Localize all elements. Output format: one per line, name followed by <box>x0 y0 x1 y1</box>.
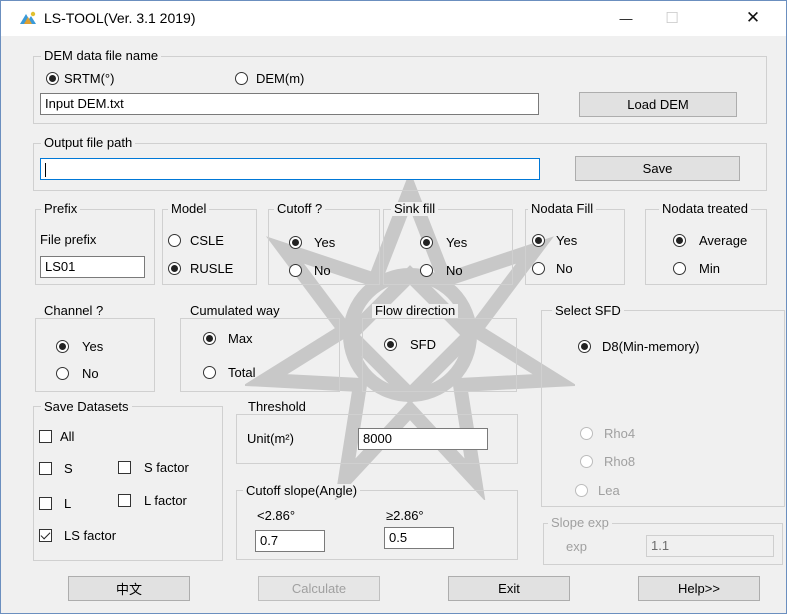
sfd-d8-label: D8(Min-memory) <box>602 339 700 354</box>
nodata-fill-group-label: Nodata Fill <box>528 202 597 216</box>
maximize-icon: ☐ <box>665 10 679 27</box>
sfd-lea-label: Lea <box>598 483 620 498</box>
save-s-factor-checkbox[interactable] <box>118 461 131 474</box>
sfd-d8-radio[interactable] <box>578 340 591 353</box>
sfd-lea-radio[interactable] <box>575 484 588 497</box>
cumulated-max-radio[interactable] <box>203 332 216 345</box>
save-ls-factor-label: LS factor <box>64 528 117 543</box>
cutoff-group-label: Cutoff ? <box>274 202 326 216</box>
sink-fill-no-radio[interactable] <box>420 264 433 277</box>
threshold-input[interactable]: 8000 <box>358 428 488 450</box>
model-csle-radio[interactable] <box>168 234 181 247</box>
model-group-label: Model <box>168 202 210 216</box>
app-icon <box>19 10 37 26</box>
cutoff-no-label: No <box>314 263 331 278</box>
nodata-min-radio[interactable] <box>673 262 686 275</box>
save-datasets-group-label: Save Datasets <box>41 400 132 414</box>
help-button[interactable]: Help>> <box>638 576 760 601</box>
nodata-fill-no-radio[interactable] <box>532 262 545 275</box>
dem-radio[interactable] <box>235 72 248 85</box>
cutoff-slope-group-label: Cutoff slope(Angle) <box>243 484 361 498</box>
slope-exp-label: exp <box>566 539 587 554</box>
exit-button[interactable]: Exit <box>448 576 570 601</box>
text-caret <box>45 162 46 177</box>
threshold-group-label: Threshold <box>245 400 309 414</box>
cutoff-yes-radio[interactable] <box>289 236 302 249</box>
nodata-fill-no-label: No <box>556 261 573 276</box>
save-button[interactable]: Save <box>575 156 740 181</box>
srtm-label: SRTM(°) <box>64 71 115 86</box>
cumulated-total-label: Total <box>228 365 256 380</box>
model-csle-label: CSLE <box>190 233 224 248</box>
close-icon: ✕ <box>745 8 761 27</box>
sfd-rho8-radio[interactable] <box>580 455 593 468</box>
threshold-unit-label: Unit(m²) <box>247 431 294 446</box>
calculate-button[interactable]: Calculate <box>258 576 380 601</box>
nodata-fill-yes-radio[interactable] <box>532 234 545 247</box>
save-l-checkbox[interactable] <box>39 497 52 510</box>
flow-sfd-label: SFD <box>410 337 436 352</box>
slope-exp-group-label: Slope exp <box>548 516 612 530</box>
save-l-label: L <box>64 496 72 511</box>
select-sfd-group-label: Select SFD <box>552 304 624 318</box>
sink-fill-yes-radio[interactable] <box>420 236 433 249</box>
sfd-rho8-label: Rho8 <box>604 454 636 469</box>
chinese-language-button[interactable]: 中文 <box>68 576 190 601</box>
sink-fill-no-label: No <box>446 263 463 278</box>
sfd-rho4-radio[interactable] <box>580 427 593 440</box>
save-ls-factor-checkbox[interactable] <box>39 529 52 542</box>
prefix-group-label: Prefix <box>41 202 81 216</box>
save-l-factor-label: L factor <box>144 493 187 508</box>
minimize-icon: — <box>619 10 633 26</box>
cutoff-yes-label: Yes <box>314 235 336 250</box>
sink-fill-yes-label: Yes <box>446 235 468 250</box>
cutoff-slope-lt-label: <2.86° <box>257 508 296 523</box>
channel-no-radio[interactable] <box>56 367 69 380</box>
model-rusle-label: RUSLE <box>190 261 234 276</box>
cumulated-max-label: Max <box>228 331 253 346</box>
nodata-fill-yes-label: Yes <box>556 233 578 248</box>
cumulated-group-label: Cumulated way <box>187 304 283 318</box>
cutoff-slope-ge-label: ≥2.86° <box>386 508 424 523</box>
save-s-checkbox[interactable] <box>39 462 52 475</box>
minimize-button[interactable]: — <box>603 0 649 36</box>
cutoff-slope-lt-input[interactable]: 0.7 <box>255 530 325 552</box>
flow-direction-group-label: Flow direction <box>372 304 459 318</box>
flow-sfd-radio[interactable] <box>384 338 397 351</box>
maximize-button[interactable]: ☐ <box>649 0 695 36</box>
cutoff-slope-ge-input[interactable]: 0.5 <box>384 527 454 549</box>
load-dem-button[interactable]: Load DEM <box>579 92 737 117</box>
cumulated-total-radio[interactable] <box>203 366 216 379</box>
save-s-label: S <box>64 461 73 476</box>
close-button[interactable]: ✕ <box>730 0 776 36</box>
dem-group-label: DEM data file name <box>41 49 162 63</box>
dem-file-input[interactable]: Input DEM.txt <box>40 93 539 115</box>
channel-yes-label: Yes <box>82 339 104 354</box>
save-s-factor-label: S factor <box>144 460 189 475</box>
nodata-average-label: Average <box>699 233 748 248</box>
dem-label: DEM(m) <box>256 71 305 86</box>
nodata-treated-group-label: Nodata treated <box>659 202 752 216</box>
output-path-input[interactable] <box>40 158 540 180</box>
channel-yes-radio[interactable] <box>56 340 69 353</box>
cutoff-no-radio[interactable] <box>289 264 302 277</box>
sink-fill-group-label: Sink fill <box>391 202 439 216</box>
cumulated-group <box>180 318 340 392</box>
flow-direction-group <box>362 318 517 392</box>
nodata-average-radio[interactable] <box>673 234 686 247</box>
model-rusle-radio[interactable] <box>168 262 181 275</box>
output-group-label: Output file path <box>41 136 136 150</box>
file-prefix-input[interactable]: LS01 <box>40 256 145 278</box>
save-all-checkbox[interactable] <box>39 430 52 443</box>
save-all-label: All <box>60 429 75 444</box>
nodata-min-label: Min <box>699 261 720 276</box>
srtm-radio[interactable] <box>46 72 59 85</box>
save-l-factor-checkbox[interactable] <box>118 494 131 507</box>
slope-exp-input[interactable]: 1.1 <box>646 535 774 557</box>
window-title: LS-TOOL(Ver. 3.1 2019) <box>44 10 196 26</box>
sfd-rho4-label: Rho4 <box>604 426 636 441</box>
channel-no-label: No <box>82 366 99 381</box>
channel-group-label: Channel ? <box>41 304 107 318</box>
file-prefix-label: File prefix <box>40 232 97 247</box>
